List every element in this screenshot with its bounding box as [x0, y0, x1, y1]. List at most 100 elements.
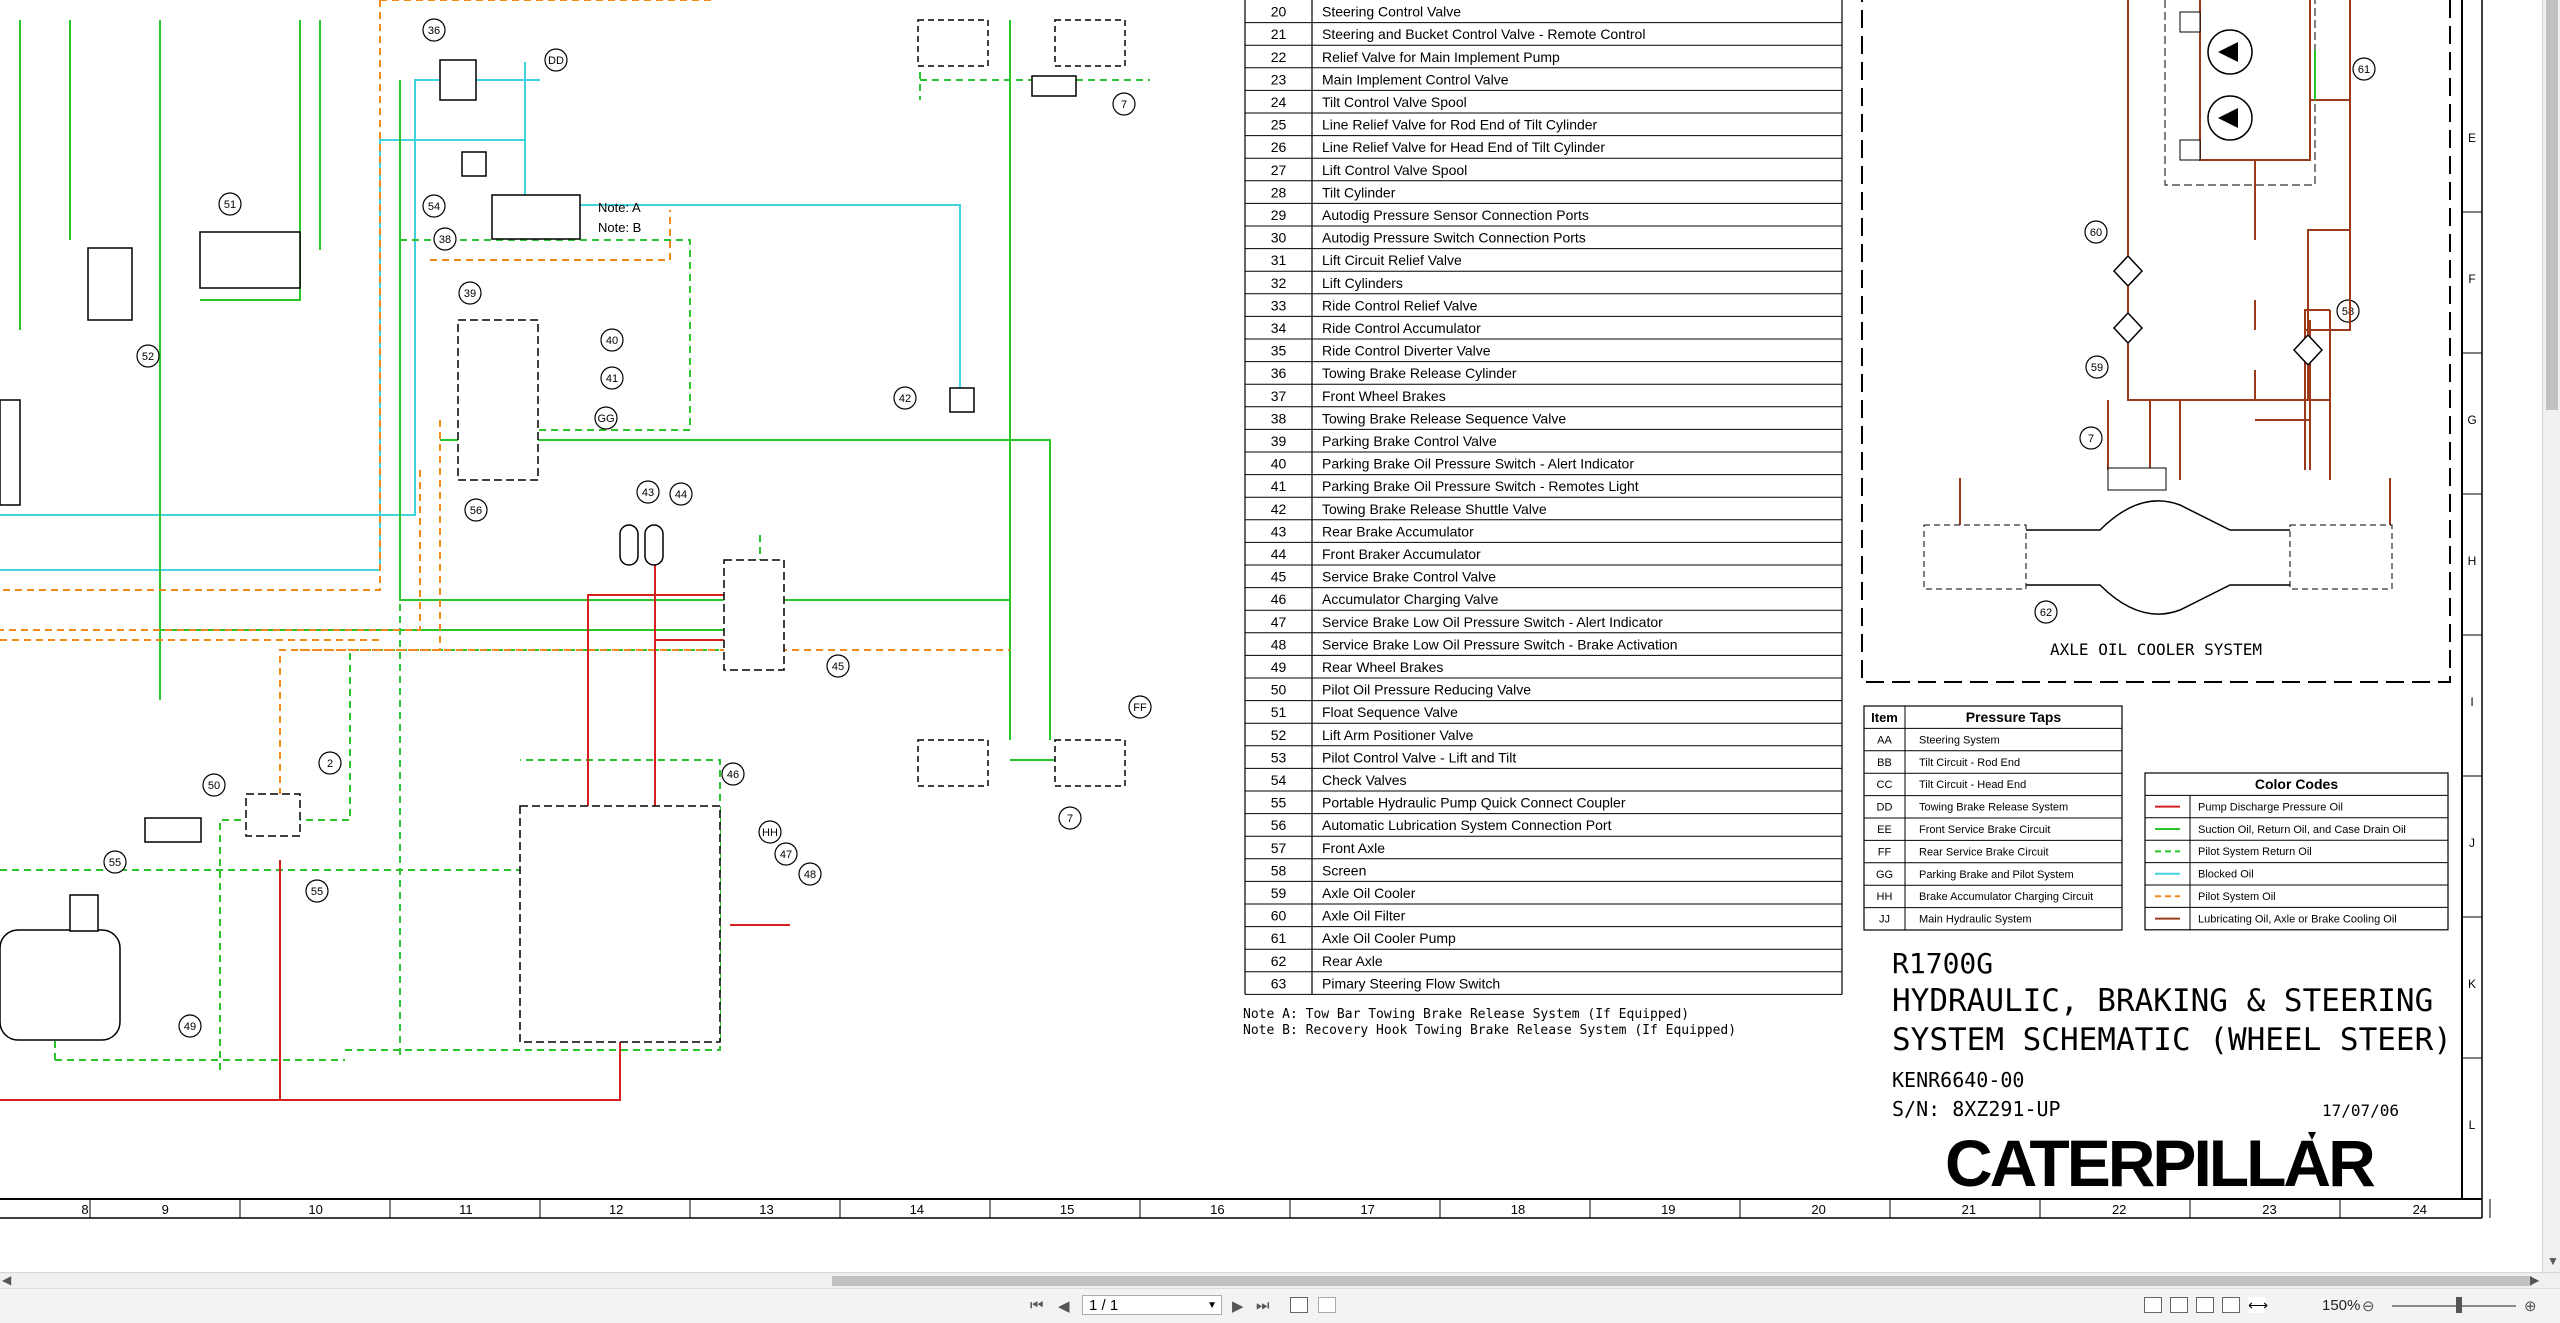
- table-row-description: Front Braker Accumulator: [1322, 546, 1481, 562]
- callout-bubble: 55: [103, 850, 127, 874]
- callout-bubble: 38: [433, 227, 457, 251]
- table-row-number: 48: [1271, 636, 1287, 652]
- table-row-description: Pimary Steering Flow Switch: [1322, 975, 1500, 991]
- table-row-number: 33: [1271, 297, 1287, 313]
- table-row-description: Axle Oil Cooler Pump: [1322, 930, 1456, 946]
- last-page-icon[interactable]: ⏭: [1256, 1297, 1270, 1314]
- scroll-right-icon[interactable]: ▶: [2530, 1273, 2539, 1287]
- callout-bubble: HH: [758, 820, 782, 844]
- callout-bubble: 40: [600, 328, 624, 352]
- pressure-taps-header-title: Pressure Taps: [1966, 709, 2062, 725]
- callout-label: HH: [762, 827, 778, 839]
- two-page-view-icon[interactable]: [2196, 1297, 2214, 1313]
- next-page-icon[interactable]: ▶: [1232, 1297, 1244, 1315]
- table-row-number: 59: [1271, 885, 1287, 901]
- drawing-canvas[interactable]: 36 DD 51 54 38 52 39 40 41 GG 42 56 43 44 45 46 HH 47 48 7 5…: [0, 0, 2542, 1272]
- previous-page-icon[interactable]: ◀: [1058, 1297, 1070, 1315]
- callout-bubble: 61: [2352, 57, 2376, 81]
- table-row-description: Towing Brake Release Cylinder: [1322, 365, 1517, 381]
- callout-label: 2: [327, 758, 333, 770]
- table-row-description: Pilot Oil Pressure Reducing Valve: [1322, 682, 1531, 698]
- pressure-tap-item: HH: [1877, 891, 1893, 903]
- grid-column-label: 23: [2262, 1202, 2276, 1217]
- zoom-slider-handle[interactable]: [2456, 1297, 2462, 1313]
- callout-bubble: DD: [544, 48, 568, 72]
- table-row-number: 38: [1271, 410, 1287, 426]
- callout-bubble: 49: [178, 1014, 202, 1038]
- table-row-number: 60: [1271, 908, 1287, 924]
- table-row-description: Tilt Cylinder: [1322, 184, 1396, 200]
- horizontal-scrollbar[interactable]: ◀ ▶: [0, 1272, 2560, 1289]
- table-row-number: 47: [1271, 614, 1287, 630]
- table-row-number: 31: [1271, 252, 1287, 268]
- fit-icon[interactable]: ⟷: [2248, 1297, 2268, 1313]
- drawing-date: 17/07/06: [2322, 1101, 2399, 1120]
- chevron-down-icon[interactable]: ▼: [1207, 1296, 1217, 1316]
- schematic-drawing: 36DD51 543852394041GG425643 444546HH474875…: [0, 0, 2491, 1219]
- pressure-taps-table: Item Pressure Taps AA Steering System BB Tilt…: [1863, 705, 2123, 931]
- single-page-view-icon[interactable]: [2144, 1297, 2162, 1313]
- zoom-in-icon[interactable]: ⊕: [2524, 1297, 2537, 1315]
- table-row-description: Relief Valve for Main Implement Pump: [1322, 49, 1560, 65]
- table-row-description: Line Relief Valve for Rod End of Tilt Cy…: [1322, 117, 1598, 133]
- table-row-number: 39: [1271, 433, 1287, 449]
- table-row-number: 42: [1271, 501, 1287, 517]
- color-codes-legend: Color Codes Pump Discharge Pressure Oil Su…: [2144, 772, 2449, 931]
- vertical-scroll-thumb[interactable]: [2546, 0, 2558, 410]
- callout-label: DD: [548, 55, 564, 67]
- table-row-number: 27: [1271, 162, 1287, 178]
- grid-row-label: L: [2469, 1118, 2476, 1132]
- callout-label: 54: [428, 201, 440, 213]
- grid-row-labels: E F G H I J K L: [2462, 131, 2482, 1200]
- callout-label: 7: [2088, 433, 2094, 445]
- table-row-number: 28: [1271, 184, 1287, 200]
- table-row-number: 30: [1271, 230, 1287, 246]
- table-row-description: Axle Oil Filter: [1322, 908, 1406, 924]
- table-row-number: 29: [1271, 207, 1287, 223]
- horizontal-scroll-thumb[interactable]: [832, 1276, 2532, 1286]
- pressure-taps-header-item: Item: [1871, 710, 1898, 725]
- zoom-out-icon[interactable]: ⊖: [2362, 1297, 2375, 1315]
- scroll-left-icon[interactable]: ◀: [2, 1273, 11, 1287]
- grid-row-label: E: [2468, 131, 2476, 145]
- callout-bubble: FF: [1128, 695, 1152, 719]
- pressure-tap-item: DD: [1877, 802, 1893, 814]
- table-row-description: Parking Brake Oil Pressure Switch - Remo…: [1322, 478, 1639, 494]
- grid-column-label: 10: [308, 1202, 322, 1217]
- callout-label: 59: [2091, 362, 2103, 374]
- grid-column-label: 14: [910, 1202, 924, 1217]
- callout-label: 7: [1121, 99, 1127, 111]
- two-page-continuous-icon[interactable]: [2222, 1297, 2240, 1313]
- pressure-tap-item: CC: [1877, 779, 1893, 791]
- table-row-description: Ride Control Accumulator: [1322, 320, 1481, 336]
- zoom-level[interactable]: 150%: [2322, 1297, 2360, 1314]
- continuous-view-icon[interactable]: [2170, 1297, 2188, 1313]
- vertical-scrollbar[interactable]: ▲ ▼: [2542, 0, 2560, 1272]
- callout-label: FF: [1133, 702, 1147, 714]
- callout-label: 42: [899, 393, 911, 405]
- pressure-tap-description: Front Service Brake Circuit: [1919, 824, 2050, 836]
- status-bar: ⏮ ◀ 1 / 1 ▼ ▶ ⏭ ⟷ 150% ⊖ ⊕: [0, 1288, 2560, 1323]
- color-code-description: Suction Oil, Return Oil, and Case Drain …: [2198, 824, 2406, 836]
- callout-bubble: 50: [202, 773, 226, 797]
- fit-page-icon[interactable]: [1290, 1297, 1308, 1313]
- grid-column-labels: 8 9 10 11 12 13 14 15 16 17 18 19 20 21 22 23 24: [81, 1199, 2491, 1218]
- callout-label: 7: [1067, 813, 1073, 825]
- zoom-slider[interactable]: [2392, 1305, 2516, 1307]
- scroll-down-icon[interactable]: ▼: [2547, 1254, 2559, 1268]
- callout-label: 44: [675, 489, 687, 501]
- callout-bubble: 7: [1112, 92, 1136, 116]
- table-row-number: 57: [1271, 840, 1287, 856]
- table-row-description: Lift Arm Positioner Valve: [1322, 727, 1474, 743]
- fit-width-icon[interactable]: [1318, 1297, 1336, 1313]
- callout-label: 55: [311, 886, 323, 898]
- first-page-icon[interactable]: ⏮: [1030, 1297, 1044, 1314]
- callout-bubble: 59: [2085, 355, 2109, 379]
- page-number-field[interactable]: 1 / 1 ▼: [1082, 1295, 1222, 1315]
- callout-label: 62: [2040, 607, 2052, 619]
- table-row-number: 52: [1271, 727, 1287, 743]
- callout-bubble: 44: [669, 482, 693, 506]
- table-row-description: Screen: [1322, 862, 1366, 878]
- callout-label: 40: [606, 335, 618, 347]
- callout-label: GG: [597, 413, 614, 425]
